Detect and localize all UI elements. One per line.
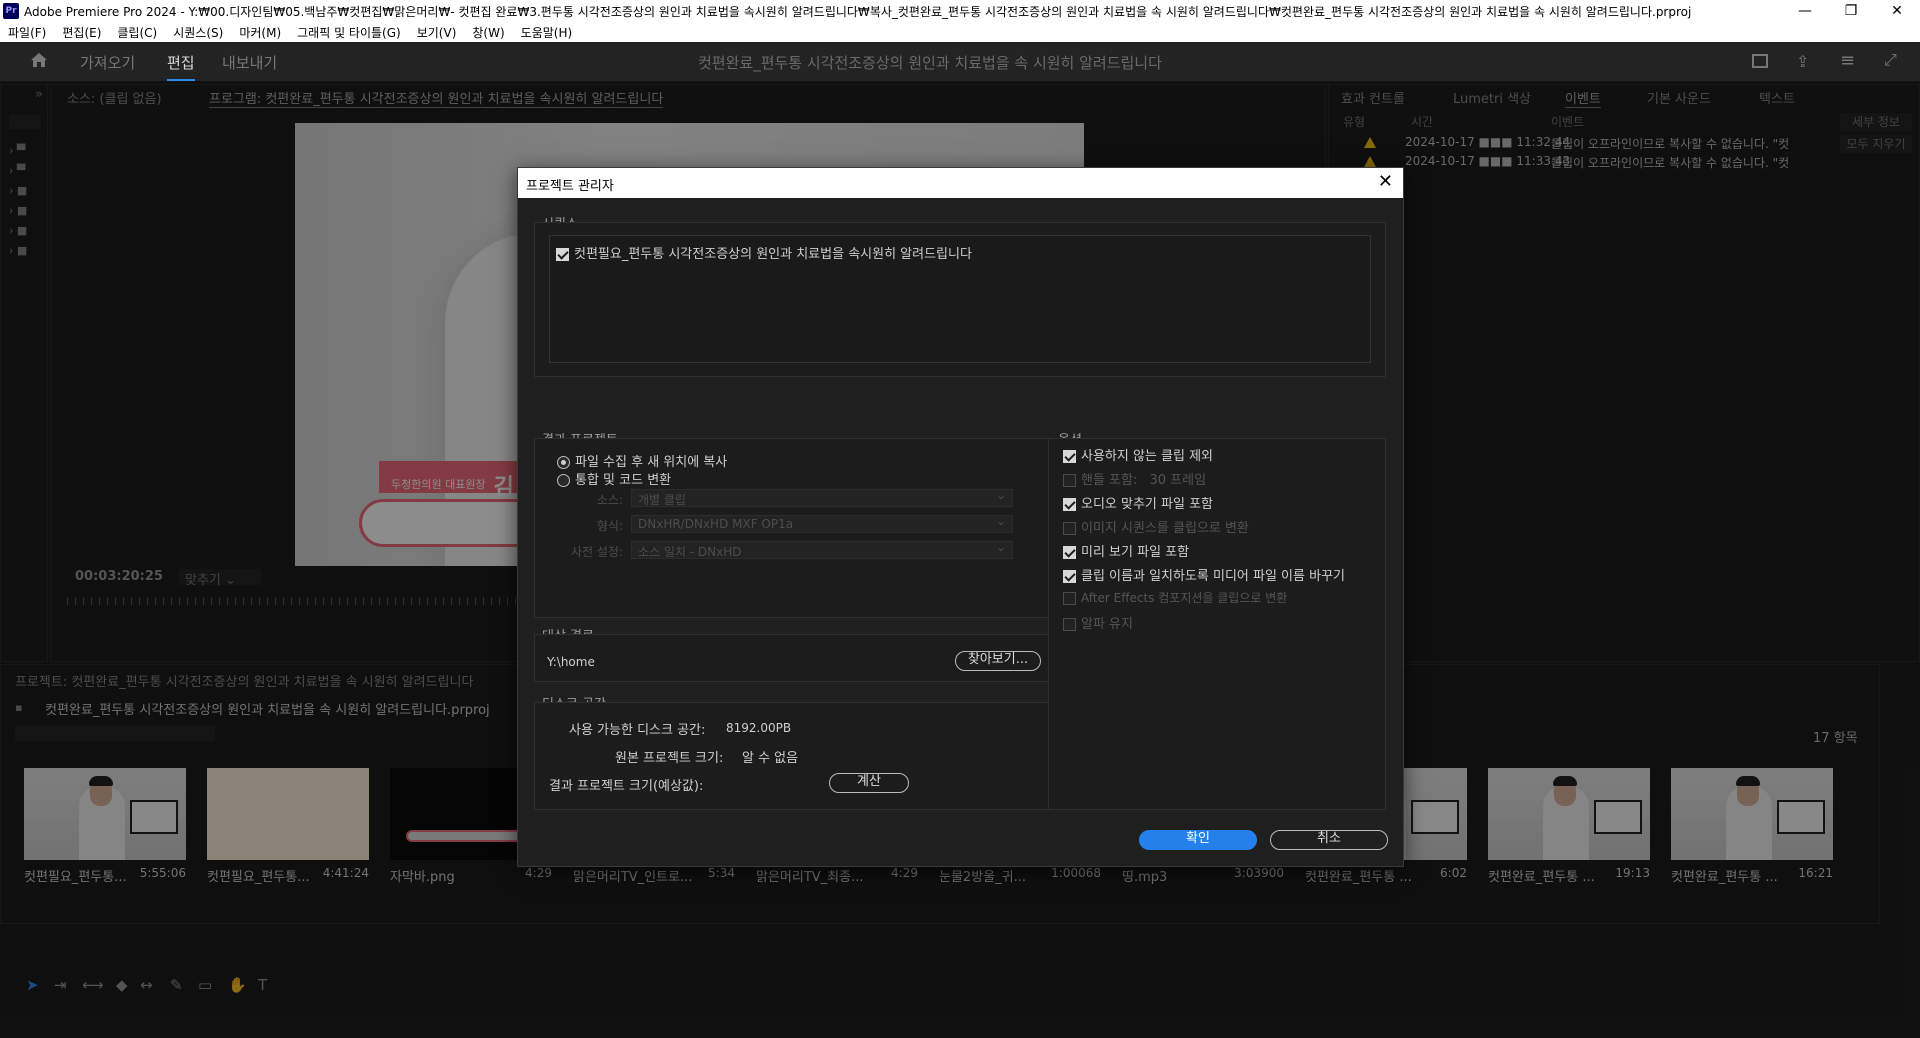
- source-label: 소스:: [596, 493, 623, 507]
- checkbox[interactable]: [1063, 522, 1076, 535]
- menu-graphics[interactable]: 그래픽 및 타이틀(G): [289, 24, 409, 41]
- option-preserve-alpha[interactable]: 알파 유지: [1063, 613, 1133, 632]
- dialog-close-button[interactable]: ✕: [1378, 171, 1393, 192]
- option-rename-media[interactable]: 클립 이름과 일치하도록 미디어 파일 이름 바꾸기: [1063, 565, 1345, 584]
- copy-option[interactable]: 파일 수집 후 새 위치에 복사: [557, 451, 727, 470]
- menu-view[interactable]: 보기(V): [409, 24, 465, 41]
- document-title: 컷편완료_편두통 시각전조증상의 원인과 치료법을 속 시원히 알려드립니다: [698, 54, 1162, 72]
- cancel-button[interactable]: 취소: [1270, 830, 1388, 850]
- ok-button[interactable]: 확인: [1139, 830, 1257, 850]
- project-manager-dialog: 프로젝트 관리자 ✕ 시퀀스 컷편필요_편두통 시각전조증상의 원인과 치료법을…: [517, 167, 1404, 867]
- share-icon[interactable]: ⇪: [1796, 52, 1809, 71]
- original-size-value: 알 수 없음: [742, 751, 799, 766]
- menu-sequence[interactable]: 시퀀스(S): [165, 24, 231, 41]
- result-project-group: 파일 수집 후 새 위치에 복사 통합 및 코드 변환 소스: 개별 클립 형식…: [534, 438, 1056, 618]
- option-ae-compositions[interactable]: After Effects 컴포지션을 클립으로 변환: [1063, 589, 1287, 606]
- preset-label: 사전 설정:: [570, 545, 623, 559]
- quick-export-icon[interactable]: [1752, 54, 1768, 68]
- options-group: 사용하지 않는 클립 제외 핸들 포함: 30 프레임 오디오 맞추기 파일 포…: [1048, 438, 1386, 810]
- menu-file[interactable]: 파일(F): [0, 24, 54, 41]
- checkbox[interactable]: [1063, 570, 1076, 583]
- copy-radio[interactable]: [557, 456, 570, 469]
- home-icon[interactable]: [30, 52, 48, 68]
- menu-window[interactable]: 창(W): [464, 24, 512, 41]
- title-bar: Pr Adobe Premiere Pro 2024 - Y:₩00.디자인팀₩…: [0, 0, 1920, 22]
- available-space-value: 8192.00PB: [726, 721, 792, 735]
- tab-import[interactable]: 가져오기: [80, 52, 135, 73]
- format-dropdown[interactable]: DNxHR/DNxHD MXF OP1a: [631, 514, 1013, 533]
- preset-dropdown[interactable]: 소스 일치 - DNxHD: [631, 540, 1013, 559]
- option-exclude-unused[interactable]: 사용하지 않는 클립 제외: [1063, 445, 1213, 464]
- sequence-list: 컷편필요_편두통 시각전조증상의 원인과 치료법을 속시원히 알려드립니다: [549, 235, 1371, 363]
- result-size-label: 결과 프로젝트 크기(예상값):: [549, 779, 704, 794]
- checkbox[interactable]: [1063, 474, 1076, 487]
- menu-clip[interactable]: 클립(C): [109, 24, 165, 41]
- transcode-radio[interactable]: [557, 474, 570, 487]
- tab-export[interactable]: 내보내기: [222, 52, 277, 73]
- dialog-title: 프로젝트 관리자: [518, 168, 1403, 198]
- available-space-label: 사용 가능한 디스크 공간:: [569, 723, 706, 738]
- option-include-preview[interactable]: 미리 보기 파일 포함: [1063, 541, 1189, 560]
- maximize-button[interactable]: ❐: [1828, 3, 1874, 19]
- destination-group: Y:\home 찾아보기...: [534, 634, 1056, 682]
- menu-marker[interactable]: 마커(M): [231, 24, 289, 41]
- format-label: 형식:: [596, 519, 623, 533]
- premiere-app-icon: Pr: [3, 3, 19, 19]
- window-title: Adobe Premiere Pro 2024 - Y:₩00.디자인팀₩05.…: [24, 4, 1692, 19]
- tab-edit[interactable]: 편집: [167, 52, 195, 81]
- sequence-group: 컷편필요_편두통 시각전조증상의 원인과 치료법을 속시원히 알려드립니다: [534, 222, 1386, 377]
- original-size-label: 원본 프로젝트 크기:: [615, 751, 724, 766]
- disk-space-group: 사용 가능한 디스크 공간: 8192.00PB 원본 프로젝트 크기: 알 수…: [534, 702, 1056, 810]
- option-image-sequence[interactable]: 이미지 시퀀스를 클립으로 변환: [1063, 517, 1249, 536]
- close-window-button[interactable]: ✕: [1874, 3, 1920, 19]
- checkbox[interactable]: [1063, 546, 1076, 559]
- sequence-item[interactable]: 컷편필요_편두통 시각전조증상의 원인과 치료법을 속시원히 알려드립니다: [556, 243, 972, 262]
- calculate-button[interactable]: 계산: [829, 773, 909, 793]
- browse-button[interactable]: 찾아보기...: [955, 651, 1041, 671]
- checkbox[interactable]: [1063, 618, 1076, 631]
- menu-edit[interactable]: 편집(E): [54, 24, 109, 41]
- menu-help[interactable]: 도움말(H): [513, 24, 581, 41]
- option-include-conform-audio[interactable]: 오디오 맞추기 파일 포함: [1063, 493, 1213, 512]
- sequence-checkbox[interactable]: [556, 248, 569, 261]
- option-include-handles[interactable]: 핸들 포함: 30 프레임: [1063, 469, 1206, 488]
- workspaces-menu-icon[interactable]: ≡: [1840, 50, 1855, 71]
- checkbox[interactable]: [1063, 450, 1076, 463]
- source-dropdown[interactable]: 개별 클립: [631, 488, 1013, 507]
- menu-bar: 파일(F) 편집(E) 클립(C) 시퀀스(S) 마커(M) 그래픽 및 타이틀…: [0, 22, 1920, 42]
- transcode-option[interactable]: 통합 및 코드 변환: [557, 469, 671, 488]
- checkbox[interactable]: [1063, 498, 1076, 511]
- fullscreen-icon[interactable]: ⤢: [1884, 50, 1897, 70]
- destination-path: Y:\home: [547, 655, 595, 669]
- checkbox[interactable]: [1063, 592, 1076, 605]
- minimize-button[interactable]: —: [1782, 3, 1828, 19]
- workspace-bar: 가져오기 편집 내보내기 컷편완료_편두통 시각전조증상의 원인과 치료법을 속…: [0, 42, 1920, 82]
